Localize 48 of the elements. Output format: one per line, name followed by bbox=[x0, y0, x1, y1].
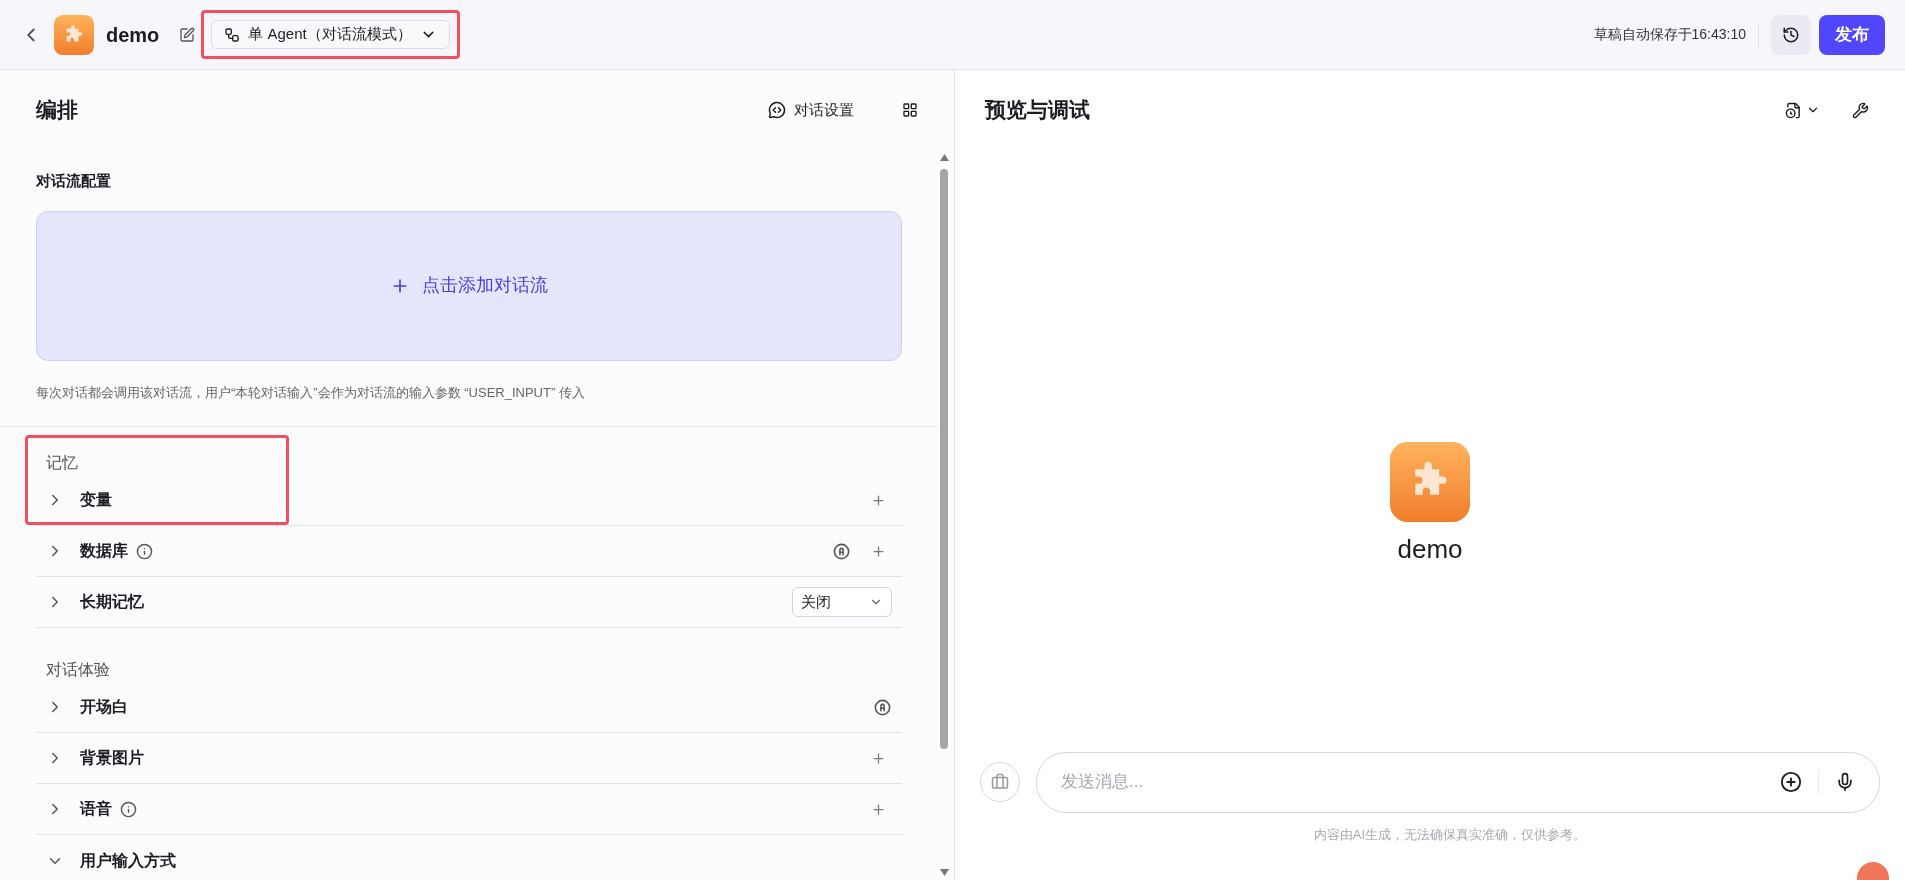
row-label: 变量 bbox=[80, 490, 112, 510]
panel-title: 预览与调试 bbox=[985, 97, 1090, 124]
row-label: 数据库 bbox=[80, 541, 128, 561]
history-icon bbox=[1782, 25, 1800, 44]
section-heading: 对话体验 bbox=[45, 660, 111, 680]
scroll-up-icon[interactable] bbox=[939, 154, 949, 161]
scrollbar-thumb[interactable] bbox=[940, 169, 948, 749]
app-name: demo bbox=[106, 22, 160, 48]
mode-dropdown[interactable]: 单 Agent（对话流模式） bbox=[211, 20, 450, 49]
history-button[interactable] bbox=[1771, 14, 1811, 55]
attach-icon[interactable] bbox=[1780, 771, 1802, 793]
publish-button[interactable]: 发布 bbox=[1819, 14, 1885, 55]
section-heading: 记忆 bbox=[45, 453, 79, 473]
add-icon[interactable] bbox=[871, 750, 886, 766]
add-icon[interactable] bbox=[871, 492, 886, 508]
flow-note: 每次对话都会调用该对话流，用户“本轮对话输入”会作为对话流的输入参数 “USER_INPUT” 传入 bbox=[36, 383, 586, 402]
auto-icon[interactable] bbox=[832, 541, 851, 561]
info-icon[interactable] bbox=[136, 542, 153, 560]
log-icon bbox=[1785, 101, 1802, 119]
grid-icon[interactable] bbox=[902, 102, 918, 118]
panel-title: 编排 bbox=[36, 97, 78, 124]
chat-settings-button[interactable]: 对话设置 bbox=[768, 98, 854, 122]
memory-select[interactable]: 关闭 bbox=[792, 587, 892, 617]
add-flow-button[interactable]: 点击添加对话流 bbox=[36, 210, 902, 361]
section-title: 对话流配置 bbox=[36, 171, 112, 191]
chat-settings-icon bbox=[768, 101, 786, 119]
auto-icon[interactable] bbox=[873, 697, 892, 717]
microphone-icon[interactable] bbox=[1835, 772, 1855, 792]
row-label: 用户输入方式 bbox=[80, 850, 176, 871]
ai-disclaimer: 内容由AI生成，无法确保真实准确，仅供参考。 bbox=[1312, 825, 1588, 844]
message-input[interactable]: 发送消息... bbox=[1061, 769, 1772, 795]
edit-icon[interactable] bbox=[179, 26, 196, 43]
scroll-down-icon[interactable] bbox=[939, 869, 949, 876]
workflow-icon bbox=[224, 26, 241, 43]
wrench-icon[interactable] bbox=[1852, 101, 1869, 119]
add-icon[interactable] bbox=[871, 543, 886, 559]
autosave-status: 草稿自动保存于16:43:10 bbox=[1593, 25, 1746, 44]
log-dropdown[interactable] bbox=[1785, 101, 1820, 119]
row-label: 长期记忆 bbox=[80, 592, 144, 612]
add-icon[interactable] bbox=[871, 801, 886, 817]
message-bar[interactable]: 发送消息... bbox=[1036, 751, 1880, 813]
bot-name: demo bbox=[1397, 533, 1463, 567]
row-label: 开场白 bbox=[80, 697, 128, 717]
row-label: 语音 bbox=[80, 799, 112, 819]
briefcase-icon bbox=[991, 773, 1009, 791]
row-label: 背景图片 bbox=[80, 748, 144, 768]
app-logo bbox=[54, 14, 94, 55]
info-icon[interactable] bbox=[120, 800, 137, 818]
